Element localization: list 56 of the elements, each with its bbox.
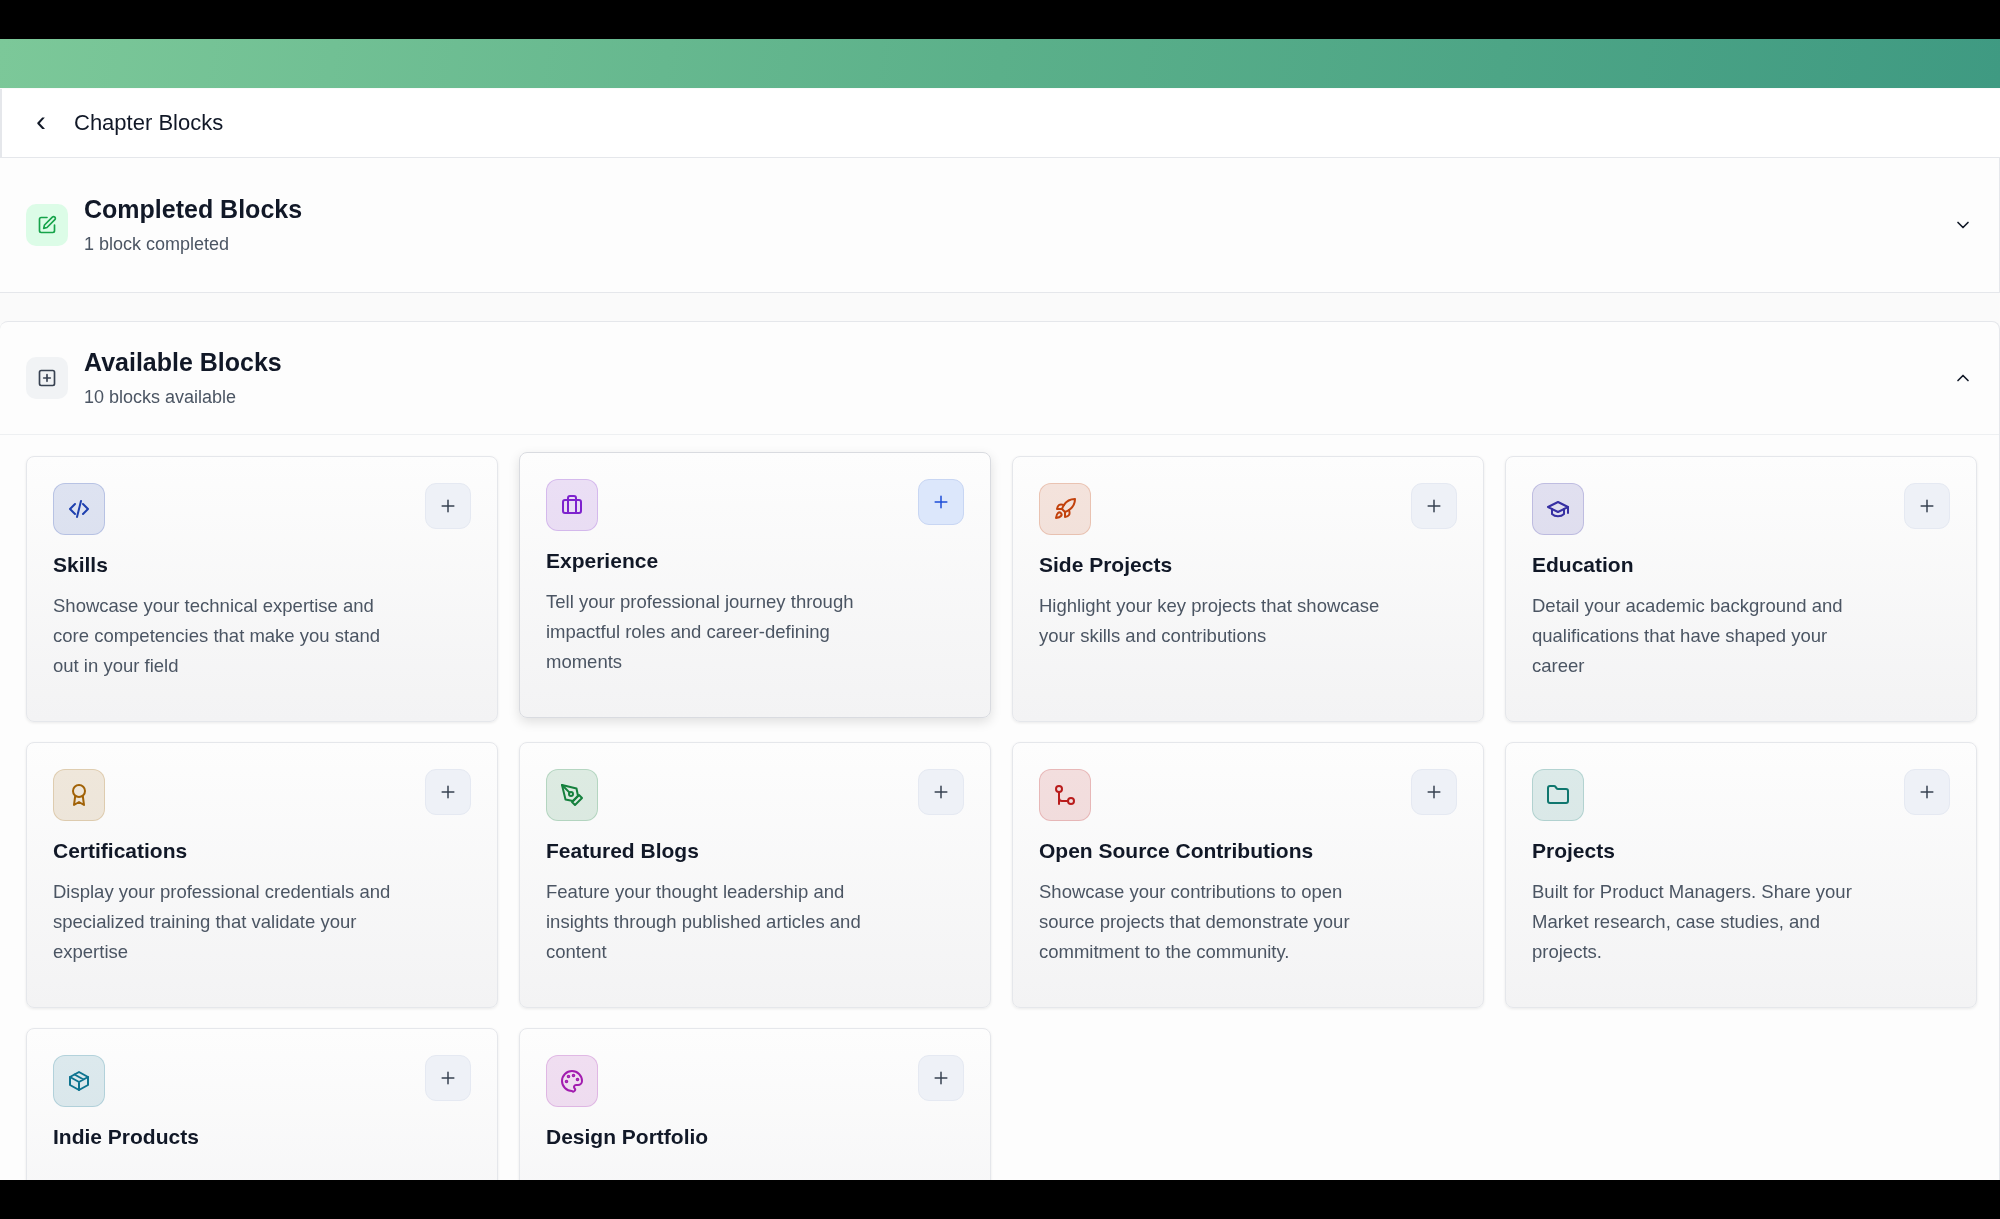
block-title: Open Source Contributions — [1039, 839, 1315, 863]
block-card[interactable]: Experience Tell your professional journey through impactful roles and career-defining moments — [519, 452, 991, 718]
block-card[interactable]: Skills Showcase your technical expertise and core competencies that make you stand out in your field — [26, 456, 498, 722]
section-subtitle: 10 blocks available — [84, 387, 238, 408]
block-card[interactable]: Education Detail your academic background and qualifications that have shaped your career — [1505, 456, 1977, 722]
add-button[interactable] — [1411, 769, 1457, 815]
block-title: Skills — [53, 553, 109, 577]
folder-icon — [1532, 769, 1584, 821]
block-description: Highlight your key projects that showcase your skills and contributions — [1039, 594, 1381, 648]
block-title: Projects — [1532, 839, 1616, 863]
palette-icon — [546, 1055, 598, 1107]
section-title: Completed Blocks — [84, 195, 304, 224]
block-description: Showcase your technical expertise and core competencies that make you stand out in your field — [53, 594, 381, 678]
add-button[interactable] — [1904, 769, 1950, 815]
edit-icon — [26, 204, 68, 246]
briefcase-icon — [546, 479, 598, 531]
add-button[interactable] — [1411, 483, 1457, 529]
block-title: Featured Blogs — [546, 839, 700, 863]
add-button[interactable] — [425, 1055, 471, 1101]
back-button[interactable]: ‹ — [32, 106, 50, 140]
block-description: Tell your professional journey through impactful roles and career-defining moments — [546, 590, 855, 674]
block-card[interactable]: Indie Products — [26, 1028, 498, 1180]
block-card[interactable]: Projects Built for Product Managers. Share your Market research, case studies, and projects. — [1505, 742, 1977, 1008]
block-description: Display your professional credentials and specialized training that validate your expertise — [53, 880, 392, 964]
block-title: Experience — [546, 549, 660, 573]
section-subtitle: 1 block completed — [84, 234, 231, 255]
block-title: Side Projects — [1039, 553, 1174, 577]
add-button[interactable] — [918, 1055, 964, 1101]
block-description: Feature your thought leadership and insights through published articles and content — [546, 880, 862, 964]
block-title: Design Portfolio — [546, 1125, 710, 1149]
rocket-icon — [1039, 483, 1091, 535]
add-button[interactable] — [425, 769, 471, 815]
block-description: Built for Product Managers. Share your Market research, case studies, and projects. — [1532, 880, 1853, 964]
section-title: Available Blocks — [84, 348, 283, 377]
box-icon — [53, 1055, 105, 1107]
cap-icon — [1532, 483, 1584, 535]
add-button[interactable] — [918, 479, 964, 525]
code-icon — [53, 483, 105, 535]
add-button[interactable] — [425, 483, 471, 529]
block-card[interactable]: Side Projects Highlight your key projects that showcase your skills and contributions — [1012, 456, 1484, 722]
block-card[interactable]: Open Source Contributions Showcase your contributions to open source projects that demonstrate your commitment to the community. — [1012, 742, 1484, 1008]
pen-icon — [546, 769, 598, 821]
block-title: Education — [1532, 553, 1635, 577]
block-description: Showcase your contributions to open source projects that demonstrate your commitment to the community. — [1039, 880, 1351, 964]
plus-square-icon — [26, 357, 68, 399]
add-button[interactable] — [1904, 483, 1950, 529]
add-button[interactable] — [918, 769, 964, 815]
block-card[interactable]: Certifications Display your professional credentials and specialized training that validate your expertise — [26, 742, 498, 1008]
git-icon — [1039, 769, 1091, 821]
page-title: Chapter Blocks — [74, 110, 224, 136]
block-card[interactable]: Design Portfolio — [519, 1028, 991, 1180]
block-title: Indie Products — [53, 1125, 200, 1149]
block-title: Certifications — [53, 839, 189, 863]
award-icon — [53, 769, 105, 821]
block-description: Detail your academic background and qualifications that have shaped your career — [1532, 594, 1844, 678]
block-card[interactable]: Featured Blogs Feature your thought leadership and insights through published articles and content — [519, 742, 991, 1008]
